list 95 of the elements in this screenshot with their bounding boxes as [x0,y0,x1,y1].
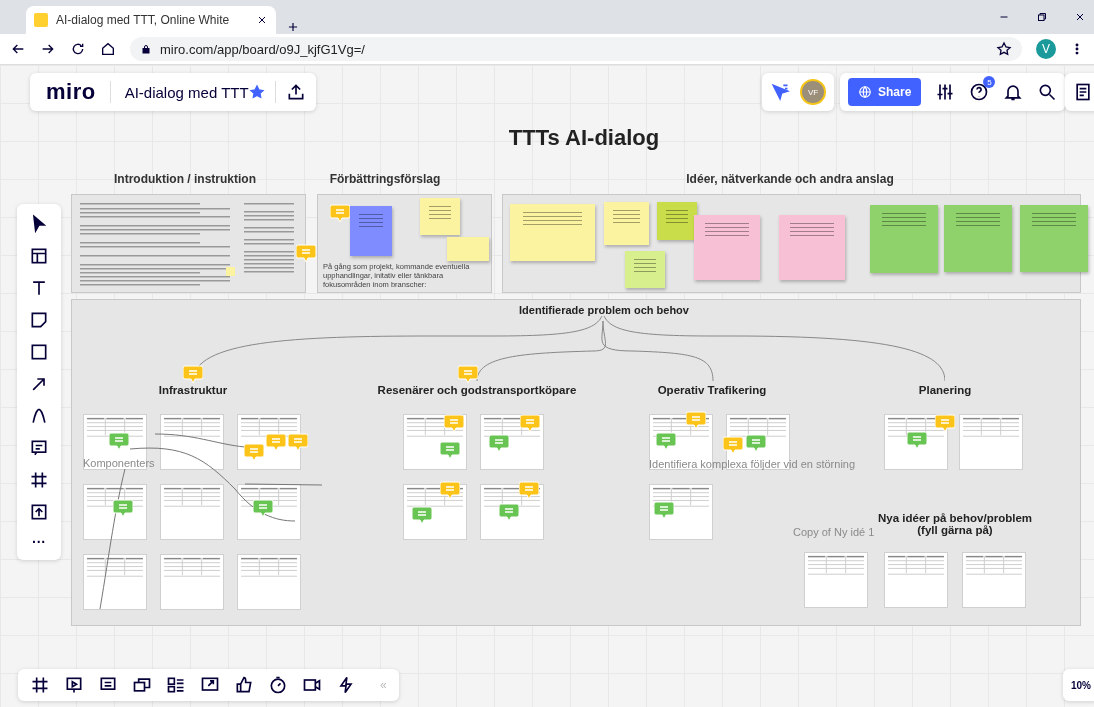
comment-bubble-icon[interactable] [296,244,316,263]
new-tab-icon[interactable] [286,20,300,34]
comment-bubble-icon[interactable] [458,365,478,384]
globe-icon [858,85,872,99]
comment-bubble-icon[interactable] [440,481,460,500]
card-thumbnail[interactable] [160,484,224,540]
lock-icon [140,43,152,55]
group-title: Planering [918,384,972,396]
home-icon[interactable] [100,41,116,57]
group-title: Nya idéer på behov/problem (fyll gärna på) [878,512,1032,536]
card-thumbnail[interactable] [962,552,1026,608]
template-icon[interactable] [29,246,49,266]
card-thumbnail[interactable] [160,554,224,610]
comment-bubble-icon[interactable] [654,501,674,520]
sticky-note[interactable] [944,205,1012,272]
board-title: TTTs AI-dialog [508,125,660,151]
comment-bubble-icon[interactable] [109,432,129,451]
comment-bubble-icon[interactable] [686,411,706,430]
comment-bubble-icon[interactable] [183,365,203,384]
card-thumbnail[interactable] [160,414,224,470]
sticky-note[interactable] [510,204,595,261]
close-icon[interactable] [1074,11,1086,23]
comment-bubble-icon[interactable] [412,506,432,525]
sticky-note[interactable] [779,215,845,280]
comment-bubble-icon[interactable] [746,434,766,453]
card-thumbnail[interactable] [237,554,301,610]
star-icon[interactable] [248,84,265,100]
comment-bubble-icon[interactable] [113,499,133,518]
notification-badge: 5 [983,76,996,88]
browser-tab[interactable]: AI-dialog med TTT, Online White [26,6,276,34]
pen-icon[interactable] [29,406,49,426]
bell-icon[interactable] [1003,82,1024,102]
miro-logo[interactable]: miro [30,81,111,103]
sticky-note[interactable] [870,205,938,273]
comment-bubble-icon[interactable] [244,443,264,462]
sticky-note[interactable] [625,251,665,288]
square-icon[interactable] [29,342,49,362]
comment-bubble-icon[interactable] [288,433,308,452]
frame-icon[interactable] [30,675,50,695]
sticky-note[interactable] [604,202,649,245]
comment-bubble-icon[interactable] [520,414,540,433]
sticky-note[interactable] [420,198,460,235]
presentation-icon[interactable] [64,675,84,695]
thumbs-up-icon[interactable] [234,675,254,695]
cards-icon[interactable] [132,675,152,695]
card-thumbnail[interactable] [959,414,1023,470]
comment-bubble-icon[interactable] [656,432,676,451]
search-icon[interactable] [1037,82,1058,102]
share-button[interactable]: Share [848,78,922,106]
comment-bubble-icon[interactable] [330,204,350,223]
frame-title: Introduktion / instruktion [114,172,256,186]
sticky-note[interactable] [350,206,392,256]
star-icon[interactable] [996,41,1012,57]
comment-bubble-icon[interactable] [499,503,519,522]
comment-bubble-icon[interactable] [444,414,464,433]
timer-icon[interactable] [268,675,288,695]
frame-icon[interactable] [29,470,49,490]
frame-title: Förbättringsförslag [329,172,441,186]
close-icon[interactable] [256,14,268,26]
upload-icon[interactable] [29,502,49,522]
restore-icon[interactable] [1036,11,1048,23]
sticky-note[interactable] [694,215,760,280]
comment-bubble-icon[interactable] [489,434,509,453]
sticky-note[interactable] [1020,205,1088,272]
comment-bubble-icon[interactable] [440,441,460,460]
frame-title: Idéer, nätverkande och andra anslag [686,172,894,186]
comment-bubble-icon[interactable] [266,433,286,452]
card-label: Copy of Ny idé 1 [793,526,875,538]
address-field[interactable]: miro.com/app/board/o9J_kjfG1Vg=/ [130,37,1022,61]
group-title: Infrastruktur [158,384,228,396]
group-title: Resenärer och godstransportköpare [377,384,577,396]
comment-bubble-icon[interactable] [519,481,539,500]
card-thumbnail[interactable] [83,484,147,540]
comment-bubble-icon[interactable] [253,499,273,518]
more-tools-button[interactable]: ··· [32,534,46,550]
card-label: Identifiera komplexa följder vid en störning [649,458,856,470]
help-icon[interactable] [969,82,990,102]
board-name[interactable]: AI-dialog med TTT [110,83,249,101]
card-label: Komponenters [83,457,155,469]
card-thumbnail[interactable] [804,552,868,608]
card-thumbnail[interactable] [884,552,948,608]
comment-icon[interactable] [29,438,49,458]
reload-icon[interactable] [70,41,86,57]
comment-bubble-icon[interactable] [723,436,743,455]
list-icon[interactable] [166,675,186,695]
cursor-icon[interactable] [770,82,790,102]
comment-bubble-icon[interactable] [907,431,927,450]
sticky-note[interactable] [657,202,697,240]
notes-icon[interactable] [1073,82,1093,102]
comment-bubble-icon[interactable] [935,414,955,433]
card-thumbnail[interactable] [649,484,713,540]
group-title: Operativ Trafikering [657,384,767,396]
settings-sliders-icon[interactable] [935,82,956,102]
sticky-note-icon[interactable] [29,310,49,330]
card-thumbnail[interactable] [83,554,147,610]
